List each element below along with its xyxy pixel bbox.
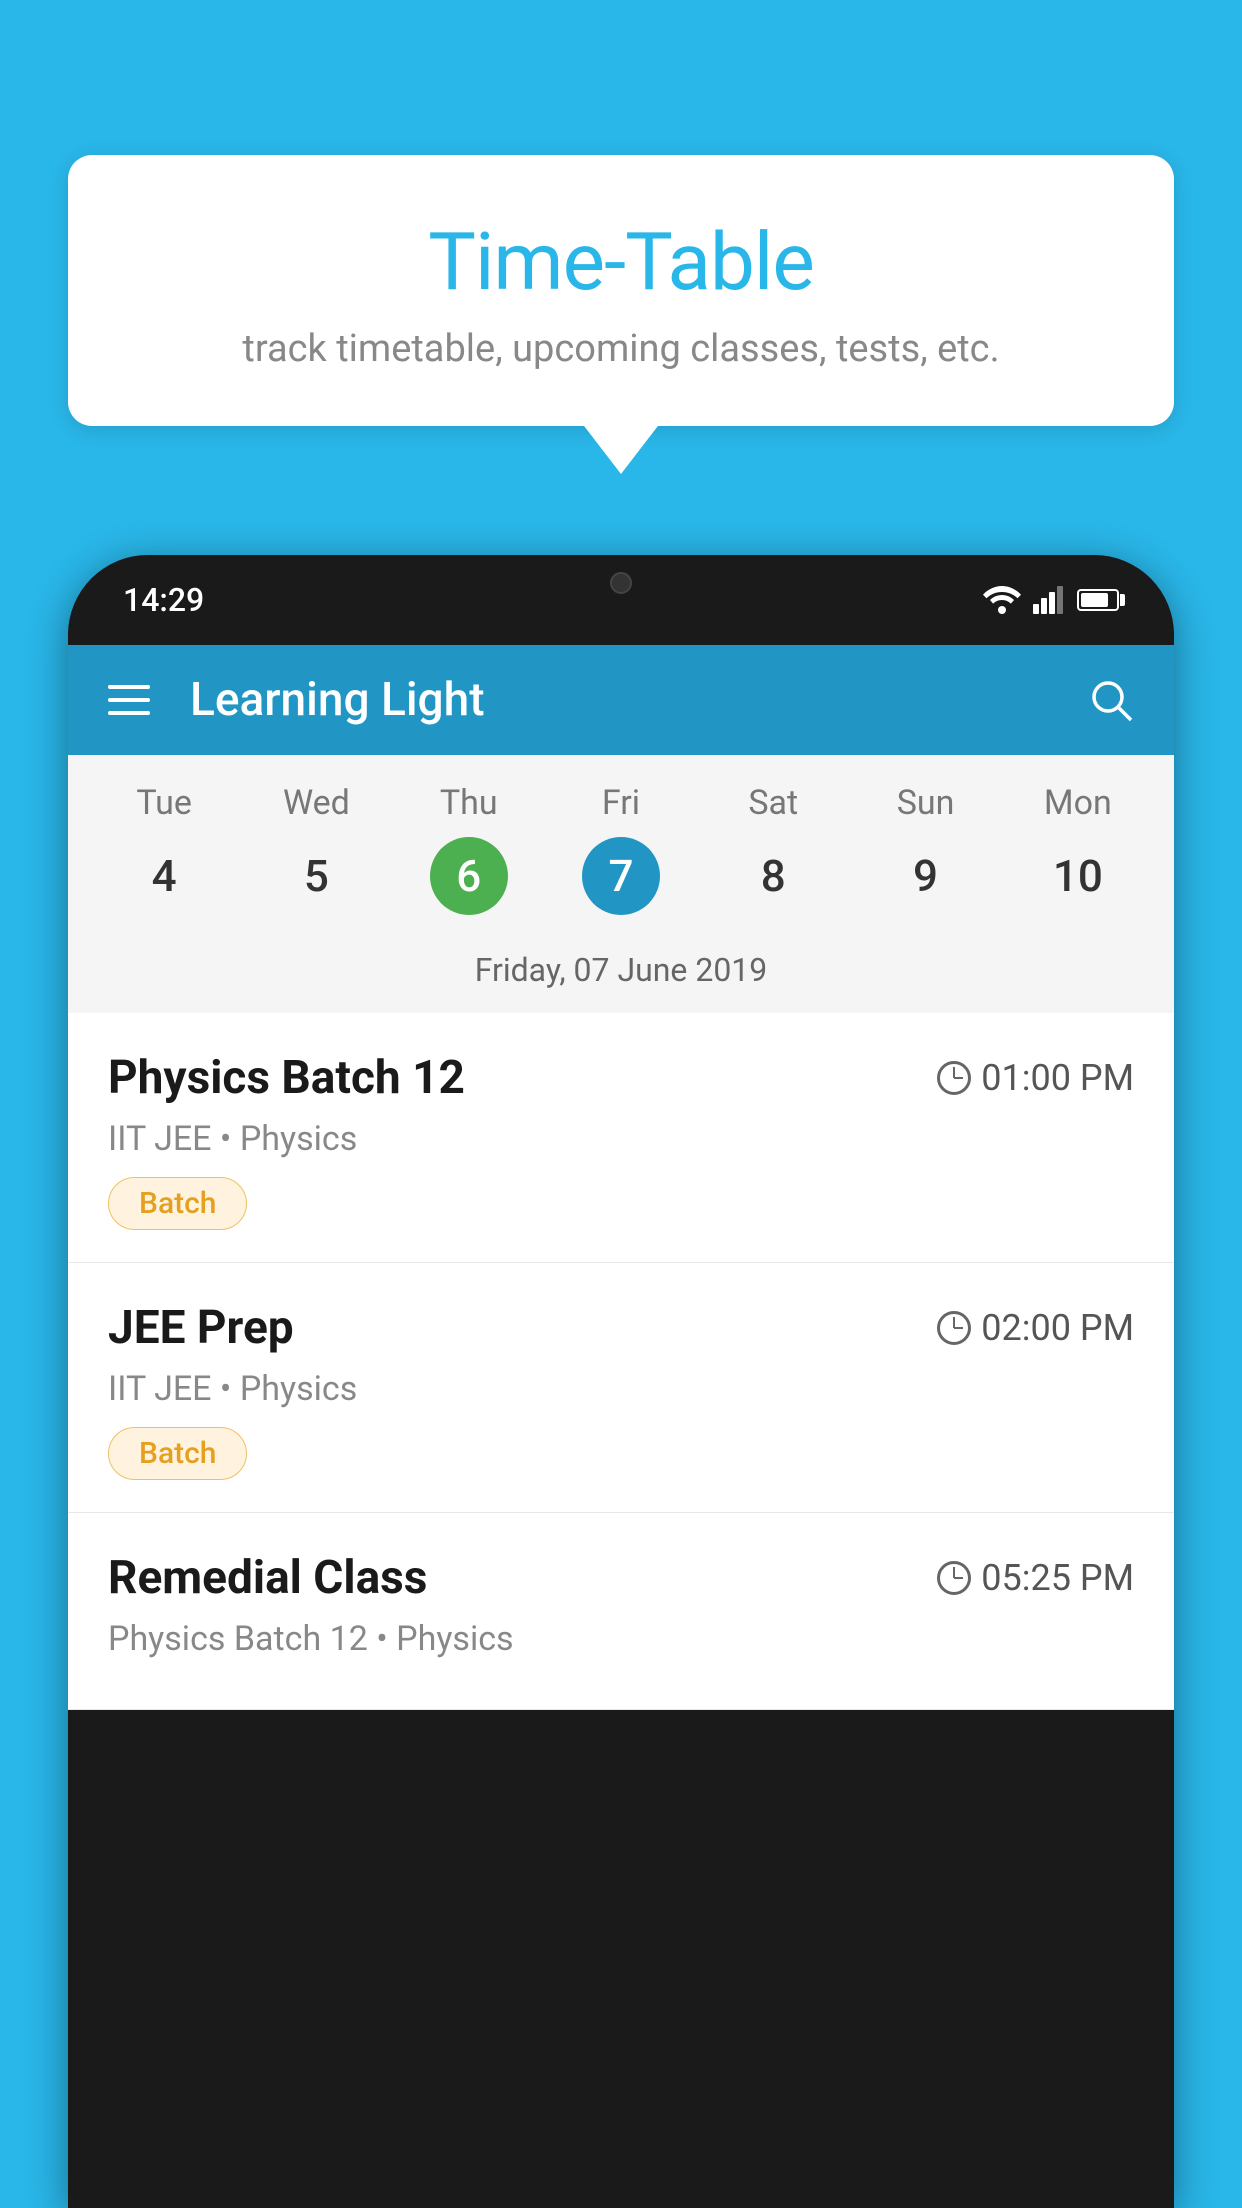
time-text: 05:25 PM	[981, 1557, 1134, 1599]
schedule-list: Physics Batch 12 01:00 PM IIT JEE • Physic…	[68, 1013, 1174, 1710]
day-col-7[interactable]: Fri 7	[556, 783, 686, 915]
day-number[interactable]: 7	[582, 837, 660, 915]
camera	[610, 572, 632, 594]
tooltip-subtitle: track timetable, upcoming classes, tests…	[118, 327, 1124, 371]
day-number[interactable]: 9	[887, 837, 965, 915]
day-name: Wed	[283, 783, 350, 823]
day-col-10[interactable]: Mon 10	[1013, 783, 1143, 915]
batch-badge: Batch	[108, 1427, 247, 1480]
search-icon[interactable]	[1088, 677, 1134, 723]
day-col-9[interactable]: Sun 9	[861, 783, 991, 915]
time-text: 01:00 PM	[981, 1057, 1134, 1099]
day-col-5[interactable]: Wed 5	[251, 783, 381, 915]
day-col-8[interactable]: Sat 8	[708, 783, 838, 915]
clock-icon	[937, 1561, 971, 1595]
day-col-4[interactable]: Tue 4	[99, 783, 229, 915]
schedule-item-0[interactable]: Physics Batch 12 01:00 PM IIT JEE • Physic…	[68, 1013, 1174, 1263]
tooltip-card: Time-Table track timetable, upcoming cla…	[68, 155, 1174, 426]
day-number[interactable]: 10	[1039, 837, 1117, 915]
calendar-strip: Tue 4 Wed 5 Thu 6 Fri 7 Sat 8 Sun 9 Mon 10 Friday, 07…	[68, 755, 1174, 1013]
clock-icon	[937, 1311, 971, 1345]
time-text: 02:00 PM	[981, 1307, 1134, 1349]
schedule-item-2[interactable]: Remedial Class 05:25 PM Physics Batch 12 •…	[68, 1513, 1174, 1710]
day-name: Sat	[748, 783, 798, 823]
selected-date-label: Friday, 07 June 2019	[68, 931, 1174, 1013]
day-name: Sun	[897, 783, 955, 823]
days-row: Tue 4 Wed 5 Thu 6 Fri 7 Sat 8 Sun 9 Mon 10	[68, 783, 1174, 915]
day-number[interactable]: 6	[430, 837, 508, 915]
item-title: Remedial Class	[108, 1551, 427, 1605]
tooltip-title: Time-Table	[118, 215, 1124, 309]
item-title: JEE Prep	[108, 1301, 294, 1355]
day-number[interactable]: 8	[734, 837, 812, 915]
signal-icon	[1033, 586, 1065, 614]
app-bar: Learning Light	[68, 645, 1174, 755]
item-time: 02:00 PM	[937, 1307, 1134, 1349]
day-number[interactable]: 5	[277, 837, 355, 915]
phone-frame: 14:29 L	[68, 555, 1174, 2208]
battery-icon	[1077, 589, 1119, 611]
status-bar: 14:29	[68, 555, 1174, 645]
item-meta: IIT JEE • Physics	[108, 1369, 1134, 1409]
clock-icon	[937, 1061, 971, 1095]
day-name: Fri	[602, 783, 640, 823]
day-name: Thu	[440, 783, 498, 823]
item-time: 05:25 PM	[937, 1557, 1134, 1599]
hamburger-icon[interactable]	[108, 685, 150, 715]
item-meta: IIT JEE • Physics	[108, 1119, 1134, 1159]
wifi-icon	[983, 586, 1021, 614]
item-title: Physics Batch 12	[108, 1051, 465, 1105]
status-icons	[983, 586, 1119, 614]
schedule-item-1[interactable]: JEE Prep 02:00 PM IIT JEE • Physics Batch	[68, 1263, 1174, 1513]
day-number[interactable]: 4	[125, 837, 203, 915]
day-name: Tue	[136, 783, 191, 823]
notch	[561, 555, 681, 610]
status-time: 14:29	[123, 581, 204, 619]
app-title: Learning Light	[190, 673, 1058, 727]
day-name: Mon	[1044, 783, 1112, 823]
item-meta: Physics Batch 12 • Physics	[108, 1619, 1134, 1659]
batch-badge: Batch	[108, 1177, 247, 1230]
item-time: 01:00 PM	[937, 1057, 1134, 1099]
day-col-6[interactable]: Thu 6	[404, 783, 534, 915]
